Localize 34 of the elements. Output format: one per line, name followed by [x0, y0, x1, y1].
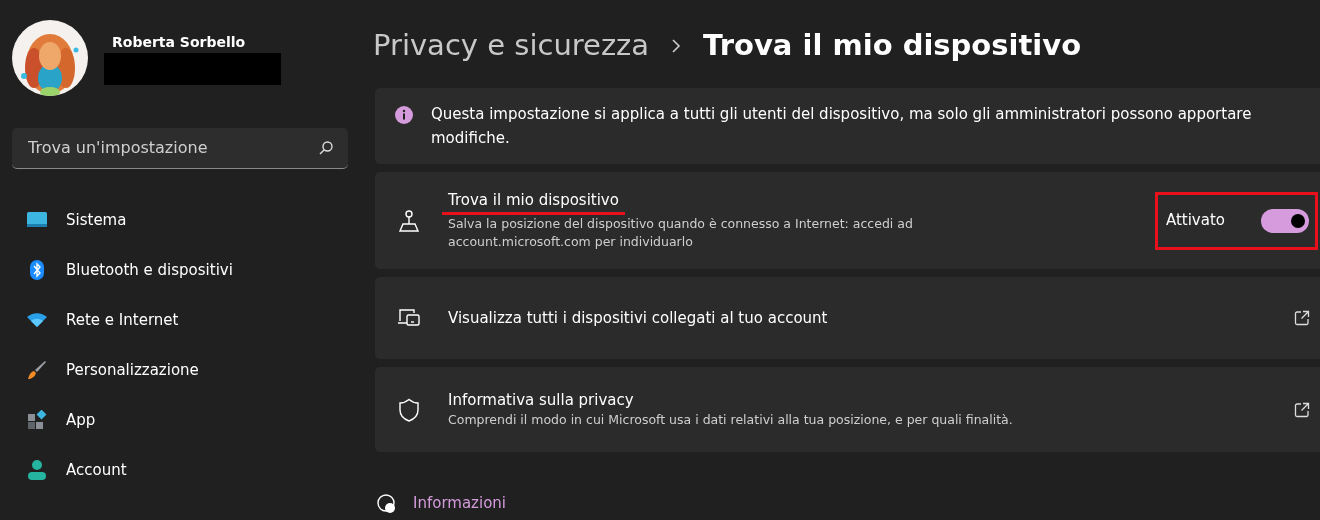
help-link[interactable]: Informazioni: [413, 492, 506, 515]
link-card[interactable]: Informativa sulla privacy Comprendi il modo in cui Microsoft usa i dati relativi alla tua posizione, e per quali finalità.: [375, 367, 1320, 452]
paintbrush-icon: [26, 360, 48, 380]
info-icon: [395, 106, 413, 124]
info-text: Questa impostazione si applica a tutti gli utenti del dispositivo, ma solo gli amministratori possono apportare modifiche.: [431, 104, 1253, 149]
sidebar-item[interactable]: Account: [12, 445, 363, 495]
setting-description: Salva la posizione del dispositivo quando è connesso a Internet: accedi ad account.microsoft.com per individuarlo: [448, 214, 914, 252]
sidebar-item[interactable]: Personalizzazione: [12, 345, 363, 395]
user-name: Roberta Sorbello: [112, 32, 247, 52]
search-icon: [318, 140, 334, 156]
help-icon: [375, 492, 397, 515]
search-input-text[interactable]: Trova un'impostazione: [26, 135, 318, 161]
external-link-icon: [1294, 310, 1310, 326]
chevron-icon: [671, 39, 682, 53]
setting-title: Visualizza tutti i dispositivi collegati al tuo account: [448, 307, 828, 329]
setting-title: Informativa sulla privacy: [448, 389, 634, 411]
monitor-icon: [26, 211, 48, 229]
search-field[interactable]: Trova un'impostazione: [12, 128, 348, 169]
wifi-icon: [26, 312, 48, 328]
link-card[interactable]: Visualizza tutti i dispositivi collegati al tuo account: [375, 277, 1320, 359]
external-link-icon: [1294, 401, 1310, 418]
setting-description: Comprendi il modo in cui Microsoft usa i dati relativi alla tua posizione, e per quali finalità.: [448, 411, 1013, 430]
sidebar-item[interactable]: App: [12, 395, 363, 445]
page-title: Trova il mio dispositivo: [703, 27, 1082, 65]
apps-icon: [26, 410, 48, 430]
toggle-switch[interactable]: [1261, 208, 1309, 233]
setting-title: Trova il mio dispositivo: [442, 189, 625, 215]
sidebar-item[interactable]: Sistema: [12, 195, 363, 245]
sidebar-item[interactable]: Bluetooth e dispositivi: [12, 245, 363, 295]
breadcrumb-link[interactable]: Privacy e sicurezza: [373, 24, 650, 68]
devices-icon: [395, 307, 423, 329]
sidebar-item[interactable]: Rete e Internet: [12, 295, 363, 345]
person-icon: [26, 459, 48, 481]
toggle-state-label: Attivato: [1165, 210, 1225, 232]
